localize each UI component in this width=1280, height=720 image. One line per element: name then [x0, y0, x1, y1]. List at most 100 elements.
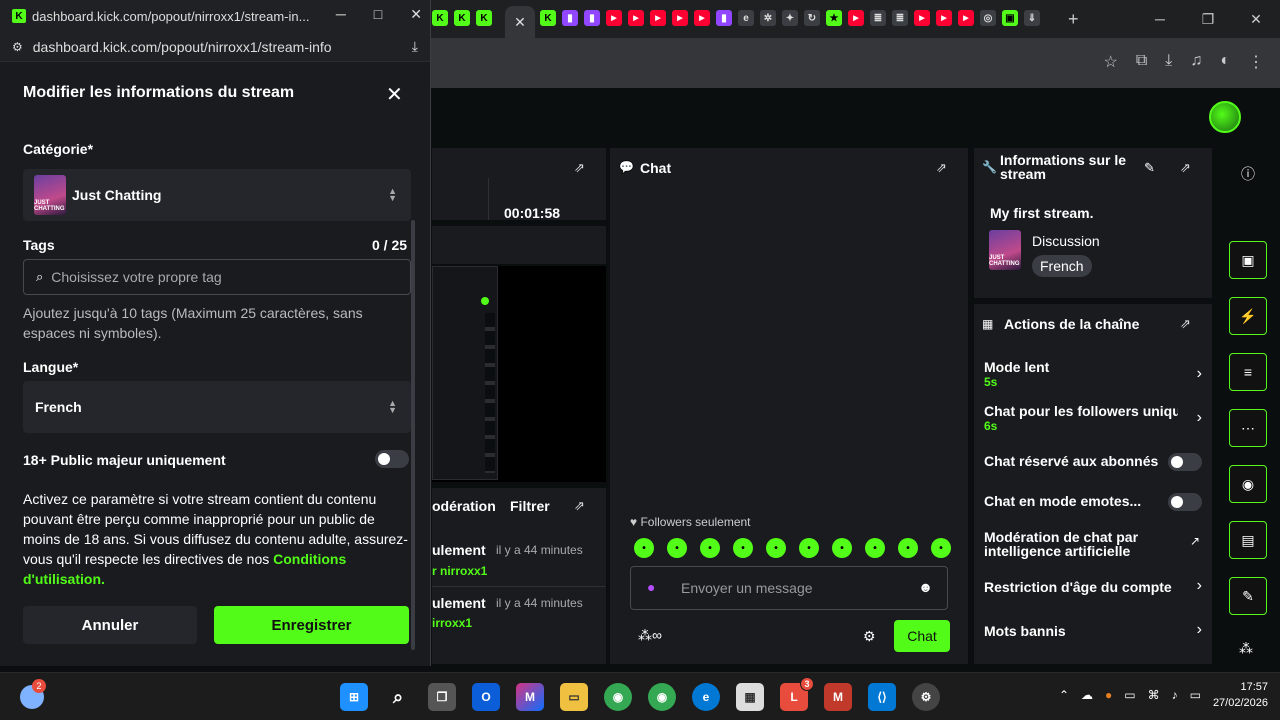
clock[interactable]: 17:57 27/02/2026 — [1213, 679, 1268, 711]
youtube-tab-icon[interactable]: ▶ — [606, 10, 622, 26]
kick-tab-icon[interactable]: K — [454, 10, 470, 26]
emotes-only-toggle[interactable] — [1168, 493, 1202, 511]
youtube-tab-icon[interactable]: ▶ — [848, 10, 864, 26]
emote-icon[interactable]: • — [799, 538, 819, 558]
kick-tab-icon[interactable]: K — [476, 10, 492, 26]
popout-icon[interactable]: ⇗ — [574, 498, 585, 514]
external-link-icon[interactable]: ↗ — [1190, 534, 1200, 548]
site-settings-icon[interactable]: ⚙ — [12, 40, 23, 54]
language-select[interactable]: French ▲ ▼ — [23, 381, 411, 433]
twitch-tab-icon[interactable]: ▮ — [562, 10, 578, 26]
m365-icon[interactable]: M — [516, 683, 544, 711]
outlook-icon[interactable]: O — [472, 683, 500, 711]
emote-icon[interactable]: • — [898, 538, 918, 558]
notes-icon[interactable]: ≡ — [1229, 353, 1267, 391]
extensions-icon[interactable]: ⧉ — [1136, 52, 1147, 72]
task-view-icon[interactable]: ❐ — [428, 683, 456, 711]
save-button[interactable]: Enregistrer — [214, 606, 409, 644]
chrome-active-icon[interactable]: ◉ — [648, 683, 676, 711]
onedrive-icon[interactable]: ☁ — [1081, 688, 1093, 702]
action-age-restriction[interactable]: Restriction d'âge du compte › — [984, 577, 1202, 595]
chevron-right-icon[interactable]: › — [1197, 577, 1202, 595]
close-window-icon[interactable]: ✕ — [1232, 11, 1280, 28]
youtube-tab-icon[interactable]: ▶ — [958, 10, 974, 26]
chat-bubble-rail-icon[interactable]: ⋯ — [1229, 409, 1267, 447]
menu-icon[interactable]: ⋮ — [1248, 52, 1264, 72]
twitch-tab-icon[interactable]: ▮ — [584, 10, 600, 26]
youtube-tab-icon[interactable]: ▶ — [694, 10, 710, 26]
emote-icon[interactable]: • — [634, 538, 654, 558]
modal-scrollbar[interactable] — [411, 220, 415, 650]
kick-tab-icon[interactable]: K — [432, 10, 448, 26]
youtube-tab-icon[interactable]: ▶ — [914, 10, 930, 26]
network-icon[interactable]: ⌘ — [1148, 688, 1160, 702]
chrome-icon[interactable]: ◉ — [604, 683, 632, 711]
microphone-icon[interactable]: ● — [647, 579, 655, 595]
clip-icon[interactable]: ▣ — [1229, 241, 1267, 279]
refresh-tab-icon[interactable]: ↻ — [804, 10, 820, 26]
emoji-icon[interactable]: ☻ — [918, 579, 933, 595]
category-select[interactable]: JUST CHATTING Just Chatting ▲ ▼ — [23, 169, 411, 221]
more-tools-icon[interactable]: ⁂ — [1239, 640, 1253, 657]
gemini-tab-icon[interactable]: ✦ — [782, 10, 798, 26]
maximize-icon[interactable]: □ — [374, 6, 382, 23]
youtube-tab-icon[interactable]: ▶ — [936, 10, 952, 26]
broadcast-icon[interactable]: ◉ — [1229, 465, 1267, 503]
download-tab-icon[interactable]: ⇓ — [1024, 10, 1040, 26]
star-tab-icon[interactable]: ★ — [826, 10, 842, 26]
lightning-icon[interactable]: ⚡ — [1229, 297, 1267, 335]
filter-button[interactable]: Filtrer — [510, 498, 550, 514]
emote-icon[interactable]: • — [766, 538, 786, 558]
mod-event-user[interactable]: irroxx1 — [432, 616, 472, 630]
search-icon[interactable]: ⌕ — [384, 683, 412, 711]
restore-icon[interactable]: ❐ — [1184, 11, 1232, 28]
popup-url-text[interactable]: dashboard.kick.com/popout/nirroxx1/strea… — [33, 39, 332, 55]
chat-input[interactable]: ● Envoyer un message ☻ — [630, 566, 948, 610]
document-tab-icon[interactable]: ≣ — [892, 10, 908, 26]
popout-icon[interactable]: ⇗ — [936, 160, 947, 176]
adult-content-toggle[interactable] — [375, 450, 409, 468]
kick-tab-icon[interactable]: K — [540, 10, 556, 26]
twitch-tab-icon[interactable]: ▮ — [716, 10, 732, 26]
globe-tab-icon[interactable]: ◎ — [980, 10, 996, 26]
minimize-icon[interactable]: ─ — [1136, 11, 1184, 27]
edge-icon[interactable]: e — [692, 683, 720, 711]
cancel-button[interactable]: Annuler — [23, 606, 197, 644]
new-tab-icon[interactable]: + — [1068, 9, 1079, 30]
popout-icon[interactable]: ⇗ — [574, 160, 585, 176]
l-app-icon[interactable]: L3 — [780, 677, 814, 711]
chat-extras-icon[interactable]: ⁂∞ — [638, 627, 662, 644]
emote-icon[interactable]: • — [733, 538, 753, 558]
minimize-icon[interactable]: ─ — [336, 6, 346, 23]
windows-start-icon[interactable]: ⊞ — [340, 683, 368, 711]
layout-icon[interactable]: ▤ — [1229, 521, 1267, 559]
emote-icon[interactable]: • — [667, 538, 687, 558]
file-explorer-icon[interactable]: ▭ — [560, 683, 588, 711]
subscribers-only-toggle[interactable] — [1168, 453, 1202, 471]
chevron-up-icon[interactable]: ⌃ — [1059, 688, 1069, 702]
display-icon[interactable]: ▭ — [1124, 688, 1135, 702]
edge-tab-icon[interactable]: e — [738, 10, 754, 26]
action-banned-words[interactable]: Mots bannis › — [984, 621, 1202, 639]
wrench-rail-icon[interactable]: ✎ — [1229, 577, 1267, 615]
battery-icon[interactable]: ▭ — [1190, 688, 1201, 702]
close-window-icon[interactable]: ✕ — [410, 6, 422, 23]
app-tab-icon[interactable]: ▣ — [1002, 10, 1018, 26]
chevron-right-icon[interactable]: › — [1197, 409, 1202, 427]
youtube-tab-icon[interactable]: ▶ — [650, 10, 666, 26]
chat-settings-icon[interactable]: ⚙ — [863, 628, 876, 645]
modal-close-icon[interactable]: ✕ — [386, 82, 403, 107]
info-icon[interactable]: ⓘ — [1241, 164, 1255, 184]
media-icon[interactable]: ♫ — [1190, 52, 1202, 72]
emote-icon[interactable]: • — [832, 538, 852, 558]
chevron-right-icon[interactable]: › — [1197, 621, 1202, 639]
emote-icon[interactable]: • — [700, 538, 720, 558]
emote-icon[interactable]: • — [931, 538, 951, 558]
download-icon[interactable]: ⤓ — [412, 38, 418, 55]
moderation-tab[interactable]: odération — [432, 498, 496, 514]
bookmark-star-icon[interactable]: ☆ — [1103, 52, 1117, 72]
tag-search-input[interactable]: ⌕ Choisissez votre propre tag — [23, 259, 411, 295]
active-tab-close-icon[interactable]: ✕ — [505, 6, 535, 38]
popout-icon[interactable]: ⇗ — [1180, 316, 1191, 332]
edit-pencil-icon[interactable]: ✎ — [1144, 160, 1155, 176]
